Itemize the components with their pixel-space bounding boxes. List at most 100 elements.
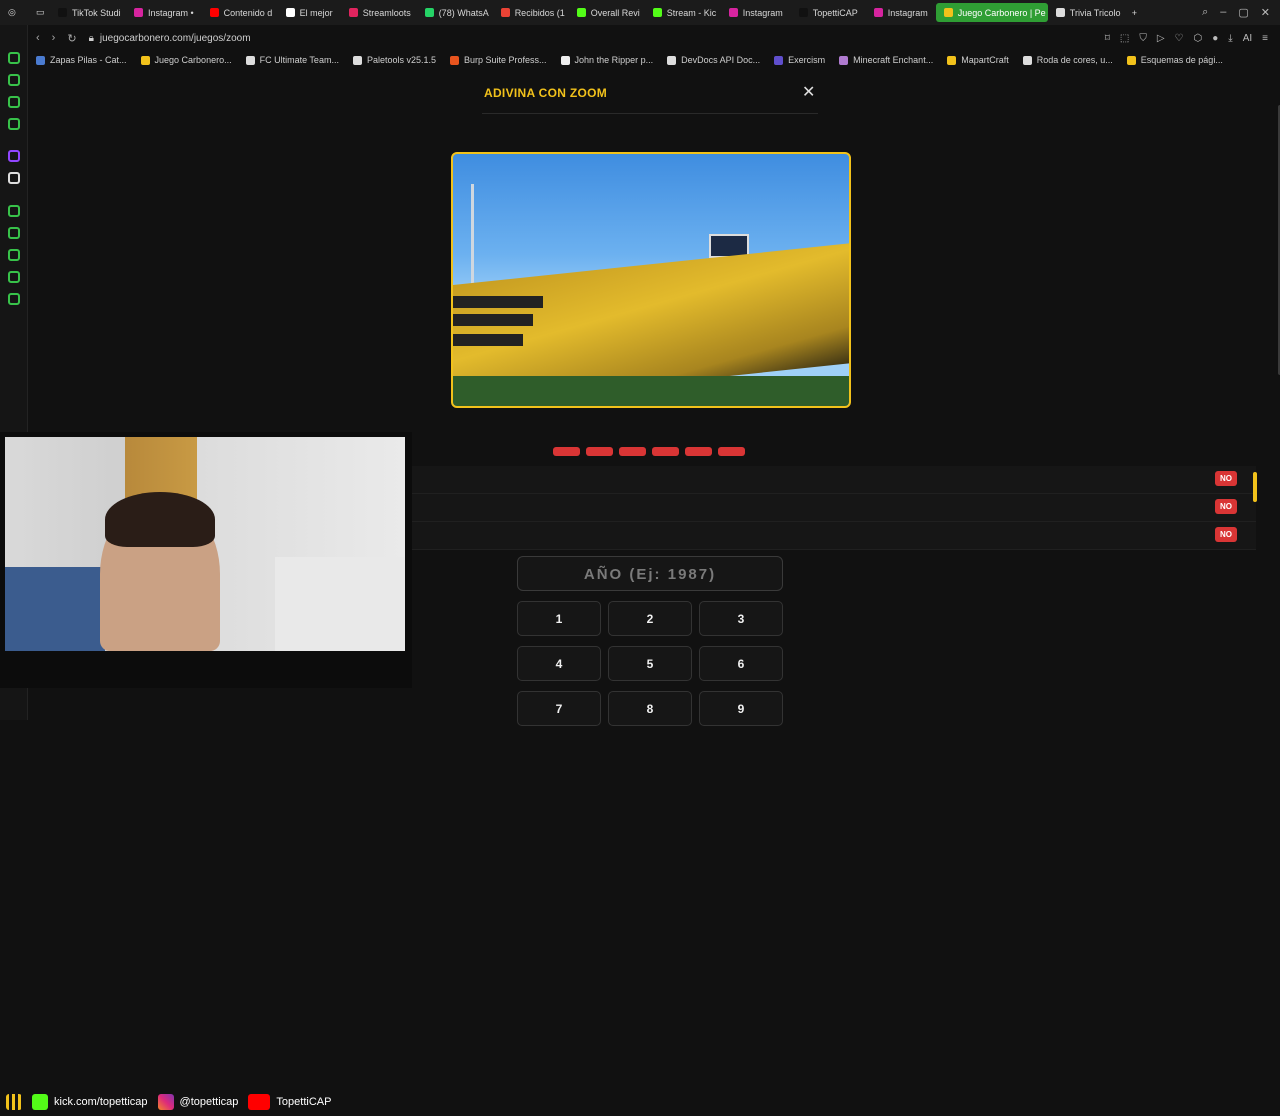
- tab-favicon-icon: [576, 8, 586, 17]
- bookmark-label: Exercism: [788, 55, 826, 65]
- bookmark-item[interactable]: Roda de cores, u...: [1022, 55, 1113, 65]
- browser-tab[interactable]: Instagram •: [126, 0, 202, 25]
- forward-icon[interactable]: ›: [52, 32, 56, 45]
- tab-label: Overall Revi: [590, 7, 640, 18]
- keypad-key[interactable]: 1: [517, 601, 601, 636]
- search-icon[interactable]: ⌕: [1202, 6, 1208, 19]
- tab-favicon-icon: [500, 8, 510, 17]
- banner-stripe: [453, 314, 533, 326]
- settings-menu-icon[interactable]: ≡: [1262, 33, 1268, 44]
- kick-icon: [32, 1094, 48, 1110]
- bookmark-item[interactable]: Burp Suite Profess...: [450, 55, 547, 65]
- tab-label: Streamloots: [362, 7, 411, 18]
- back-icon[interactable]: ‹: [36, 32, 40, 45]
- answer-row: NO: [411, 522, 1256, 550]
- keypad-key[interactable]: 2: [608, 601, 692, 636]
- browser-tab[interactable]: Instagram: [866, 0, 936, 25]
- tab-label: Stream - Kic: [666, 7, 717, 18]
- browser-tab[interactable]: Juego Carbonero | Pe: [935, 3, 1048, 22]
- keypad-key[interactable]: 6: [699, 646, 783, 681]
- year-input[interactable]: AÑO (Ej: 1987): [517, 556, 783, 591]
- bookmark-favicon-icon: [140, 55, 150, 65]
- sidebar-history-icon[interactable]: [8, 249, 20, 261]
- play-icon[interactable]: ▷: [1157, 33, 1165, 44]
- sidebar-twitch-icon[interactable]: [8, 150, 20, 162]
- maximize-icon[interactable]: ▢: [1238, 6, 1248, 19]
- browser-tab[interactable]: Trivia Tricolo: [1048, 0, 1124, 25]
- bookmark-item[interactable]: Zapas Pilas - Cat...: [36, 55, 127, 65]
- sidebar-aria-icon[interactable]: [8, 52, 20, 64]
- browser-tab[interactable]: Recibidos (1: [493, 0, 569, 25]
- tab-favicon-icon: [1055, 8, 1065, 17]
- bookmark-favicon-icon: [450, 55, 459, 65]
- sidebar-flow-icon[interactable]: [8, 74, 20, 86]
- bookmark-icon[interactable]: ⌑: [1105, 33, 1110, 44]
- bookmark-favicon-icon: [839, 55, 849, 65]
- bookmark-item[interactable]: DevDocs API Doc...: [667, 55, 760, 65]
- shield-icon[interactable]: ⛉: [1139, 33, 1147, 44]
- screenshot-icon[interactable]: ⬚: [1120, 33, 1129, 44]
- keypad-key[interactable]: 7: [517, 691, 601, 726]
- browser-tab[interactable]: Streamloots: [341, 0, 417, 25]
- wrong-badge: NO: [1215, 471, 1237, 486]
- profile-icon[interactable]: ●: [1212, 33, 1218, 44]
- banner-stripe: [453, 334, 523, 346]
- keypad-key[interactable]: 9: [699, 691, 783, 726]
- extensions-icon[interactable]: ⬡: [1194, 33, 1203, 44]
- kick-link: kick.com/topetticap: [32, 1094, 148, 1110]
- bookmark-label: FC Ultimate Team...: [259, 55, 339, 65]
- tab-favicon-icon: [424, 8, 434, 17]
- browser-tab[interactable]: TopettiCAP: [791, 0, 866, 25]
- bookmark-item[interactable]: Esquemas de pági...: [1126, 55, 1223, 65]
- heart-icon[interactable]: ♡: [1175, 33, 1184, 44]
- sidebar-tabs-icon[interactable]: [8, 227, 20, 239]
- bookmark-item[interactable]: FC Ultimate Team...: [245, 55, 339, 65]
- attempt-marker: [652, 447, 679, 456]
- sidebar-settings-icon[interactable]: [8, 293, 20, 305]
- tab-label: El mejor: [299, 7, 333, 18]
- minimize-icon[interactable]: –: [1220, 6, 1226, 19]
- sidebar-player-icon[interactable]: [8, 205, 20, 217]
- tab-label: Trivia Tricolo: [1069, 7, 1121, 18]
- close-icon[interactable]: ✕: [802, 82, 815, 102]
- browser-tab[interactable]: TikTok Studi: [50, 0, 126, 25]
- sidebar-ai-icon[interactable]: [8, 271, 20, 283]
- tab-list: TikTok Studi Instagram • Contenido d El mej…: [50, 0, 1124, 25]
- keypad-key[interactable]: 5: [608, 646, 692, 681]
- bookmark-favicon-icon: [1126, 55, 1136, 65]
- keypad-key[interactable]: 4: [517, 646, 601, 681]
- bookmark-item[interactable]: John the Ripper p...: [560, 55, 653, 65]
- sidebar-x-icon[interactable]: [8, 172, 20, 184]
- keypad-key[interactable]: 8: [608, 691, 692, 726]
- answers-list: NO NO NO: [411, 466, 1256, 550]
- download-icon[interactable]: ⤓: [1228, 33, 1232, 44]
- browser-menu-icon[interactable]: ◎: [0, 0, 28, 25]
- tab-label: Contenido d: [223, 7, 273, 18]
- new-tab-button[interactable]: +: [1124, 0, 1145, 25]
- tab-favicon-icon: [209, 8, 219, 17]
- browser-tab[interactable]: (78) WhatsA: [417, 0, 493, 25]
- bookmark-item[interactable]: Minecraft Enchant...: [839, 55, 933, 65]
- sidebar-wallet-icon[interactable]: [8, 96, 20, 108]
- browser-tab[interactable]: Overall Revi: [569, 0, 645, 25]
- url-field[interactable]: juegocarbonero.com/juegos/zoom: [100, 33, 251, 44]
- instagram-link: @topetticap: [157, 1094, 238, 1110]
- bookmark-item[interactable]: MapartCraft: [947, 55, 1009, 65]
- browser-tab[interactable]: Stream - Kic: [645, 0, 721, 25]
- keypad-key[interactable]: 3: [699, 601, 783, 636]
- tab-overview-icon[interactable]: ▭: [28, 0, 50, 25]
- streamer-hair: [105, 492, 215, 547]
- browser-tab[interactable]: Instagram: [721, 0, 791, 25]
- banner-stripe: [453, 296, 543, 308]
- bookmark-item[interactable]: Exercism: [774, 55, 825, 65]
- bookmark-item[interactable]: Juego Carbonero...: [140, 55, 232, 65]
- close-window-icon[interactable]: ✕: [1261, 6, 1270, 19]
- ai-icon[interactable]: AI: [1243, 33, 1252, 44]
- browser-tab[interactable]: El mejor: [278, 0, 341, 25]
- answers-scrollbar[interactable]: [1253, 472, 1257, 502]
- reload-icon[interactable]: ↻: [67, 32, 76, 45]
- bookmark-label: Zapas Pilas - Cat...: [50, 55, 127, 65]
- bookmark-item[interactable]: Paletools v25.1.5: [352, 55, 436, 65]
- browser-tab[interactable]: Contenido d: [202, 0, 278, 25]
- sidebar-mail-icon[interactable]: [8, 118, 20, 130]
